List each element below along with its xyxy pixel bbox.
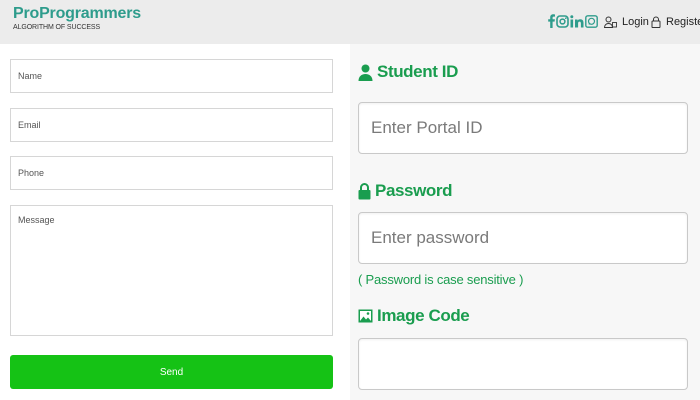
brand-logo[interactable]: ProProgrammers ALGORITHM OF SUCCESS — [13, 4, 141, 32]
password-heading: Password — [358, 181, 453, 201]
password-input[interactable] — [358, 212, 688, 264]
student-id-label: Student ID — [377, 62, 458, 81]
facebook-icon[interactable] — [548, 14, 555, 28]
login-label: Login — [622, 16, 649, 28]
name-field[interactable] — [10, 59, 333, 93]
lock-icon — [651, 16, 661, 28]
user-icon — [358, 64, 373, 81]
portal-id-input[interactable] — [358, 102, 688, 154]
email-field[interactable] — [10, 108, 333, 142]
image-icon — [358, 309, 373, 323]
message-field[interactable] — [10, 205, 333, 336]
instagram-icon[interactable] — [556, 14, 569, 28]
brand-name: ProProgrammers — [13, 5, 141, 22]
header: ProProgrammers ALGORITHM OF SUCCESS Logi… — [0, 0, 700, 44]
social-links — [548, 13, 598, 29]
phone-field[interactable] — [10, 156, 333, 190]
register-link[interactable]: Register — [651, 16, 700, 28]
login-panel: Student ID Password ( Password is case s… — [350, 44, 700, 400]
brand-tagline: ALGORITHM OF SUCCESS — [13, 24, 101, 31]
lock-icon — [358, 182, 371, 200]
send-button[interactable]: Send — [10, 355, 333, 389]
register-label: Register — [666, 16, 700, 28]
student-id-heading: Student ID — [358, 62, 458, 82]
login-link[interactable]: Login — [604, 16, 649, 28]
linkedin-icon[interactable] — [570, 14, 584, 28]
image-code-label: Image Code — [377, 306, 470, 325]
user-icon — [604, 16, 617, 28]
password-hint: ( Password is case sensitive ) — [358, 272, 524, 287]
image-code-input[interactable] — [358, 338, 688, 390]
image-code-heading: Image Code — [358, 306, 470, 326]
contact-form: Send — [0, 44, 350, 400]
password-label: Password — [375, 181, 453, 200]
whatsapp-icon[interactable] — [585, 14, 598, 28]
page: ProProgrammers ALGORITHM OF SUCCESS Logi… — [0, 0, 700, 400]
